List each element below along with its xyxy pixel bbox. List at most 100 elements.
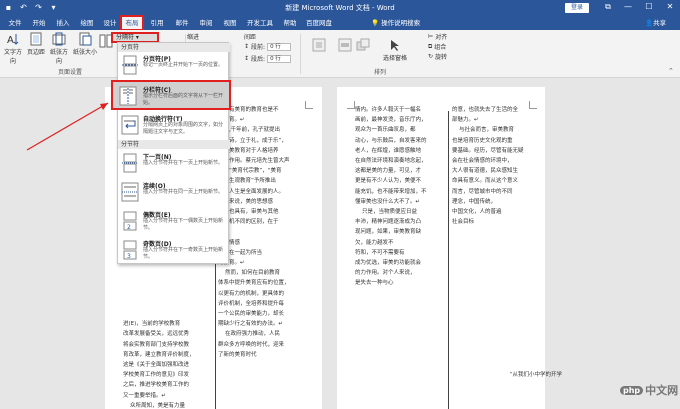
watermark-text: 中文网 xyxy=(645,384,679,397)
tab-mailings[interactable]: 邮件 xyxy=(173,16,191,30)
tab-view[interactable]: 视图 xyxy=(221,16,239,30)
arrange-group-label: 排列 xyxy=(373,69,386,76)
rotate-label: 旋转 xyxy=(435,54,448,61)
columns-button[interactable] xyxy=(99,34,113,49)
bring-forward-button[interactable] xyxy=(356,38,370,53)
orientation-icon xyxy=(52,32,66,46)
svg-text:2: 2 xyxy=(127,224,131,231)
indent-label: 缩进 xyxy=(187,34,200,41)
position-icon xyxy=(312,38,326,52)
ribbon-separator xyxy=(300,34,301,74)
menu-item-desc: 标记一页终止并开始下一页的位置。 xyxy=(143,62,224,68)
rotate-icon: ↻ xyxy=(428,53,434,60)
group-icon: ⧉ xyxy=(428,42,433,50)
space-before-label: 段前: xyxy=(251,44,266,51)
collapse-ribbon-icon[interactable]: ⌃ xyxy=(668,67,674,75)
ribbon-display-icon[interactable]: ⧉ xyxy=(602,2,614,12)
space-after-label: 段后: xyxy=(251,56,266,63)
maximize-button[interactable]: ☐ xyxy=(643,2,655,11)
even-page-icon: 2 xyxy=(123,211,137,231)
next-page-icon xyxy=(122,153,138,173)
menu-item-page-break[interactable]: 分页符(P) 标记一页终止并开始下一页的位置。 xyxy=(119,53,229,77)
menu-item-continuous[interactable]: 连续(O) 插入分节符并在同一页上开始新节。 xyxy=(119,180,229,208)
orientation-label: 纸张方向 xyxy=(49,49,68,65)
position-button[interactable] xyxy=(312,38,326,53)
align-label: 对齐 xyxy=(435,34,448,41)
bring-forward-icon xyxy=(356,38,370,51)
ribbon-tabs: 文件 开始 插入 绘图 设计 布局 引用 邮件 审阅 视图 开发工具 帮助 百度… xyxy=(0,15,680,31)
rotate-button[interactable]: ↻ 旋转 xyxy=(428,52,447,61)
tell-me-label: 操作说明搜索 xyxy=(381,19,421,27)
text-direction-label: 文字方向 xyxy=(3,49,22,65)
select-pane-icon xyxy=(391,40,399,51)
menu-item-desc: 插入分节符并在下一偶数页上开始新节。 xyxy=(143,218,224,231)
document-canvas[interactable]: 进(E)，当前的学校教育 改革发展备受关，远远优秀 将会实教育部门支持学校教 育… xyxy=(0,79,680,409)
watermark-logo: php xyxy=(620,385,644,395)
tab-draw[interactable]: 绘图 xyxy=(78,16,96,30)
lightbulb-icon: 💡 xyxy=(371,19,380,27)
tab-design[interactable]: 设计 xyxy=(101,16,119,30)
spacing-label: 间距 xyxy=(244,34,257,41)
menu-item-odd-page[interactable]: 3 奇数页(D) 插入分节符并在下一奇数页上开始新节。 xyxy=(119,238,229,264)
menu-item-desc: 分隔网页上的对象周围的文字，如分隔题注文字与正文。 xyxy=(143,122,224,135)
text-direction-button[interactable]: A 文字方向 xyxy=(2,32,24,65)
space-before-input[interactable]: 0 行 xyxy=(267,42,292,51)
tab-home[interactable]: 开始 xyxy=(30,16,48,30)
select-pane-button[interactable]: 选择窗格 xyxy=(380,38,410,62)
menu-item-next-page[interactable]: 下一页(N) 插入分节符并在下一页上开始新节。 xyxy=(119,151,229,179)
site-watermark: php 中文网 xyxy=(620,382,678,398)
dropdown-section-page-breaks: 分页符 xyxy=(118,43,230,52)
align-icon: ⊨ xyxy=(428,33,434,40)
tab-insert[interactable]: 插入 xyxy=(54,16,72,30)
minimize-button[interactable]: — xyxy=(622,2,634,11)
select-pane-label: 选择窗格 xyxy=(382,55,407,62)
crop-mark xyxy=(347,101,355,109)
space-after-input[interactable]: 0 行 xyxy=(267,54,292,63)
tell-me-search[interactable]: 💡 操作说明搜索 xyxy=(371,16,420,30)
group-label: 组合 xyxy=(434,44,447,51)
svg-text:3: 3 xyxy=(127,253,131,260)
space-after-row: ↕ 段后: 0 行 xyxy=(244,54,292,63)
text-column-1[interactable]: 情内。许多人毅灭于一幅名 画前，最神发烫，音乐厅内， 观众为一首乐曲叹息，都 动… xyxy=(355,105,427,289)
login-button[interactable]: 登录 xyxy=(565,3,589,13)
paper-size-icon xyxy=(79,32,92,46)
odd-page-icon: 3 xyxy=(123,240,137,260)
breaks-dropdown-menu: 分页符 分页符(P) 标记一页终止并开始下一页的位置。 分栏符(C) 指示分栏符… xyxy=(111,42,231,264)
ribbon-layout: A 文字方向 页边距 纸张方向 纸张大小 分隔符 ▾ 页面设置 缩进 间距 ↕ … xyxy=(0,30,680,78)
document-page-right[interactable]: 情内。许多人毅灭于一幅名 画前，最神发烫，音乐厅内， 观众为一首乐曲叹息，都 动… xyxy=(337,87,562,409)
tab-layout[interactable]: 布局 xyxy=(120,15,144,31)
tab-review[interactable]: 审阅 xyxy=(197,16,215,30)
crop-mark xyxy=(305,101,313,109)
text-column-2[interactable]: 的意，也就失去了生活的全 部魅力。↵ 与社会而言，审美教育 也是培育历史文化观的… xyxy=(452,105,562,380)
share-button[interactable]: 👤共享 xyxy=(645,16,666,30)
menu-item-desc: 插入分节符并在下一页上开始新节。 xyxy=(143,160,224,166)
column-break-icon xyxy=(119,86,137,106)
menu-item-column-break[interactable]: 分栏符(C) 指示分栏符后面的文字将从下一栏开始。 xyxy=(111,80,231,110)
menu-item-text-wrapping-break[interactable]: 自动换行符(T) 分隔网页上的对象周围的文字，如分隔题注文字与正文。 xyxy=(119,113,229,139)
align-button[interactable]: ⊨ 对齐 xyxy=(428,32,447,41)
close-button[interactable]: ✕ xyxy=(664,2,676,11)
group-button[interactable]: ⧉ 组合 xyxy=(428,42,447,52)
svg-text:A: A xyxy=(7,35,14,46)
share-label: 共享 xyxy=(653,19,667,27)
tab-help[interactable]: 帮助 xyxy=(281,16,299,30)
page-break-icon xyxy=(122,55,138,75)
continuous-icon xyxy=(121,182,139,202)
size-button[interactable]: 纸张大小 xyxy=(73,32,97,56)
menu-item-desc: 指示分栏符后面的文字将从下一栏开始。 xyxy=(143,93,224,106)
tab-developer[interactable]: 开发工具 xyxy=(245,16,275,30)
indent-header: 缩进 xyxy=(187,32,199,41)
menu-item-desc: 插入分节符并在同一页上开始新节。 xyxy=(143,189,224,195)
page-setup-group-label: 页面设置 xyxy=(57,69,82,76)
menu-item-even-page[interactable]: 2 偶数页(E) 插入分节符并在下一偶数页上开始新节。 xyxy=(119,209,229,237)
person-icon: 👤 xyxy=(645,19,654,27)
margins-button[interactable]: 页边距 xyxy=(26,32,46,56)
wrap-text-icon xyxy=(338,38,352,52)
tab-references[interactable]: 引用 xyxy=(148,16,166,30)
size-label: 纸张大小 xyxy=(73,49,98,56)
dropdown-section-section-breaks: 分节符 xyxy=(118,140,230,149)
tab-baidu-netdisk[interactable]: 百度网盘 xyxy=(304,16,334,30)
wrap-text-icon-button[interactable] xyxy=(338,38,352,53)
tab-file[interactable]: 文件 xyxy=(6,16,24,30)
orientation-button[interactable]: 纸张方向 xyxy=(48,32,70,65)
